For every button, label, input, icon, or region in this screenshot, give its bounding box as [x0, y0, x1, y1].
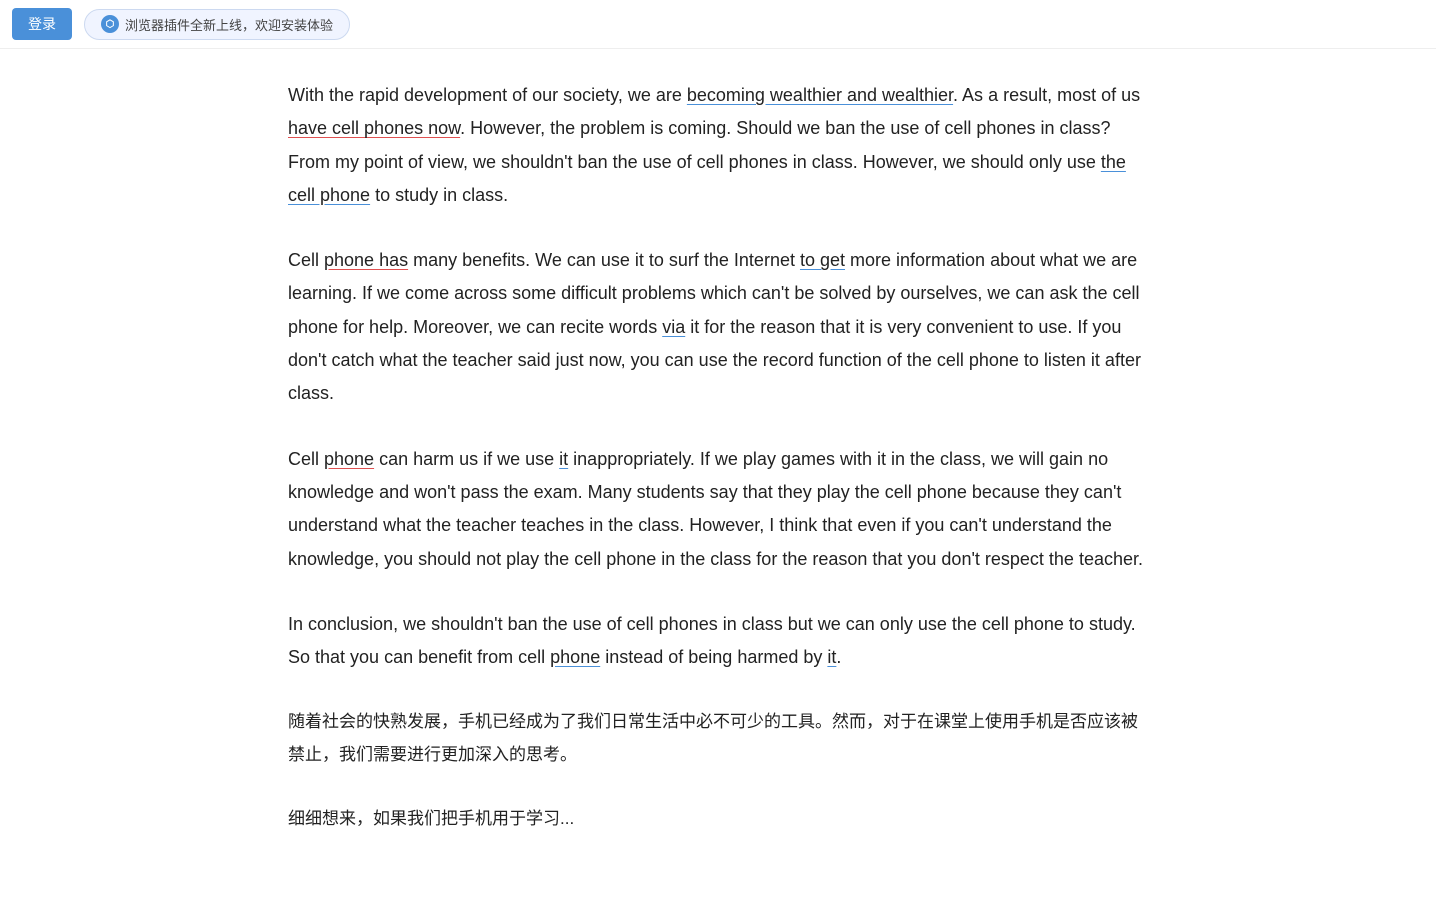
p4-underline1: phone [550, 647, 600, 667]
plugin-banner-text: 浏览器插件全新上线，欢迎安装体验 [125, 15, 333, 34]
p2-underline3: via [662, 317, 685, 337]
p1-text1: With the rapid development of our societ… [288, 85, 687, 105]
paragraph-1: With the rapid development of our societ… [288, 79, 1148, 212]
p1-underline2: have cell phones now [288, 118, 460, 138]
p3-underline2: it [559, 449, 568, 469]
p2-underline1: phone has [324, 250, 408, 270]
paragraph-3: Cell phone can harm us if we use it inap… [288, 443, 1148, 576]
p2-text1: Cell [288, 250, 324, 270]
paragraph-2: Cell phone has many benefits. We can use… [288, 244, 1148, 410]
p2-underline2: to get [800, 250, 845, 270]
p4-text3: . [836, 647, 841, 667]
p1-text2: . As a result, most of us [953, 85, 1140, 105]
p1-underline1: becoming wealthier and wealthier [687, 85, 953, 105]
p1-text4: to study in class. [370, 185, 508, 205]
main-content: With the rapid development of our societ… [268, 49, 1168, 907]
topbar: 登录 ⬡ 浏览器插件全新上线，欢迎安装体验 [0, 0, 1436, 49]
p3-underline1: phone [324, 449, 374, 469]
p3-text2: can harm us if we use [374, 449, 559, 469]
p2-text2: many benefits. We can use it to surf the… [408, 250, 800, 270]
paragraph-4: In conclusion, we shouldn't ban the use … [288, 608, 1148, 675]
chinese-paragraph: 随着社会的快熟发展，手机已经成为了我们日常生活中必不可少的工具。然而，对于在课堂… [288, 706, 1148, 771]
login-button[interactable]: 登录 [12, 8, 72, 40]
p4-text2: instead of being harmed by [600, 647, 827, 667]
p3-text1: Cell [288, 449, 324, 469]
plugin-icon: ⬡ [101, 15, 119, 33]
plugin-banner[interactable]: ⬡ 浏览器插件全新上线，欢迎安装体验 [84, 9, 350, 40]
